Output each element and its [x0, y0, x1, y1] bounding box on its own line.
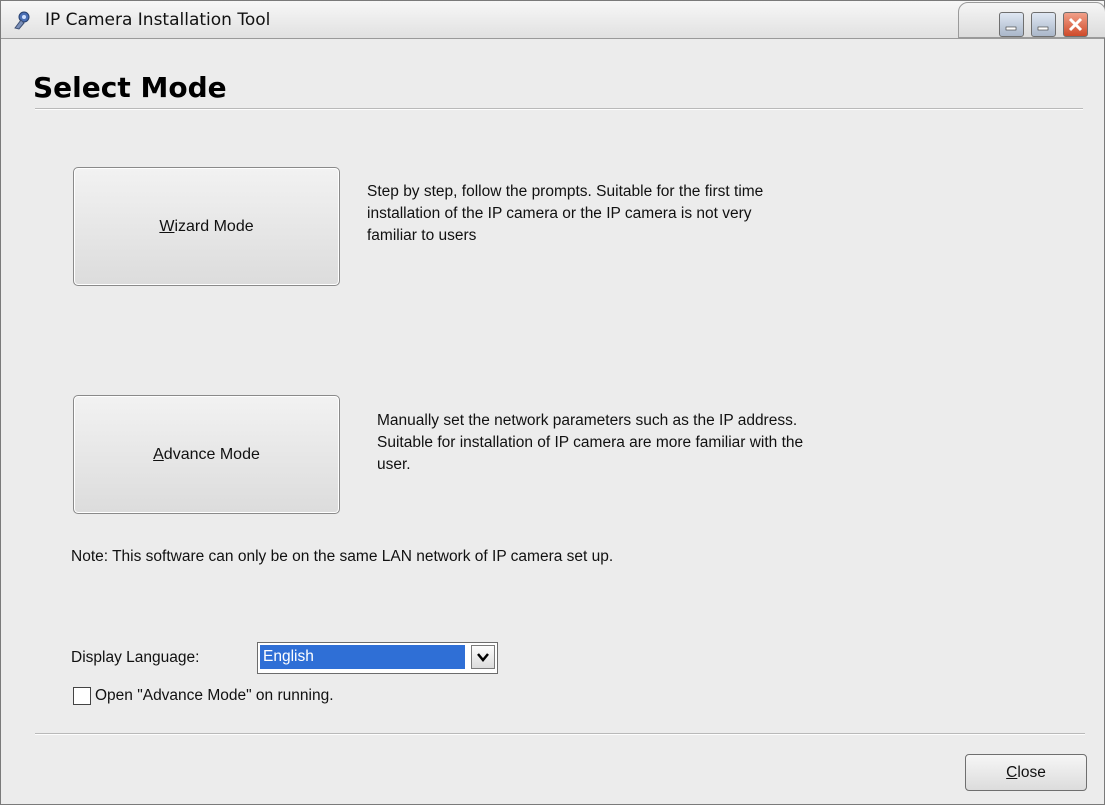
selected-language[interactable]: English [260, 645, 465, 669]
title-bar[interactable]: IP Camera Installation Tool [1, 1, 1105, 39]
advance-mode-button[interactable]: Advance Mode [73, 395, 340, 514]
advance-mode-description: Manually set the network parameters such… [377, 412, 804, 473]
minimize-button[interactable] [999, 12, 1024, 37]
minimize-icon [1037, 26, 1049, 31]
header-divider [35, 108, 1083, 110]
display-language-select[interactable]: English [257, 642, 498, 674]
lan-note: Note: This software can only be on the s… [71, 548, 614, 565]
page-title: Select Mode [33, 71, 227, 104]
advance-mode-on-start-label[interactable]: Open "Advance Mode" on running. [95, 687, 334, 705]
chevron-down-icon [477, 653, 489, 662]
dropdown-button[interactable] [471, 645, 495, 669]
display-language-label: Display Language: [71, 649, 200, 666]
close-icon [1068, 17, 1083, 32]
window-controls [958, 2, 1105, 38]
wizard-mode-button[interactable]: Wizard Mode [73, 167, 340, 286]
footer-divider [35, 733, 1085, 735]
app-icon [14, 11, 30, 30]
restore-button[interactable] [1031, 12, 1056, 37]
wizard-mode-description: Step by step, follow the prompts. Suitab… [367, 183, 764, 244]
close-button[interactable]: Close [965, 754, 1087, 791]
advance-mode-on-start-checkbox[interactable] [73, 687, 91, 705]
minimize-icon [1005, 26, 1017, 31]
close-window-button[interactable] [1063, 12, 1088, 37]
main-window: IP Camera Installation Tool Select Mode … [0, 0, 1105, 805]
window-title: IP Camera Installation Tool [45, 10, 271, 30]
